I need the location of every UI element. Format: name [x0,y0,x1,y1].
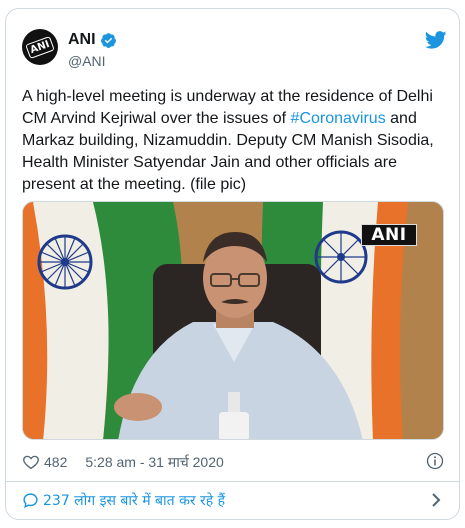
hashtag-link[interactable]: #Coronavirus [291,110,386,127]
tweet-photo[interactable]: ANI [22,201,444,440]
avatar-logo-text: ANI [25,35,55,59]
heart-icon[interactable] [22,453,40,471]
author-name-row[interactable]: ANI [68,31,117,49]
tweet-card[interactable]: ANI ANI @ANI A high-level meeting is und… [5,8,460,520]
tweet-meta: 482 5:28 am - 31 मार्च 2020 [22,450,444,474]
speech-bubble-icon [23,492,38,508]
tweet-timestamp[interactable]: 5:28 am - 31 मार्च 2020 [85,453,223,472]
twitter-bird-icon[interactable] [425,31,447,49]
like-count[interactable]: 482 [44,454,67,470]
tweet-text: A high-level meeting is underway at the … [22,86,444,196]
ani-watermark: ANI [361,224,417,246]
replies-text[interactable]: 237 लोग इस बारे में बात कर रहे हैं [43,491,225,510]
verified-badge-icon [100,32,116,48]
avatar[interactable]: ANI [22,29,58,65]
author-display-name[interactable]: ANI [68,31,96,49]
divider [6,481,459,482]
author-handle[interactable]: @ANI [68,53,106,69]
replies-link[interactable]: 237 लोग इस बारे में बात कर रहे हैं [22,486,444,514]
tweet-header: ANI ANI @ANI [22,25,442,77]
info-icon[interactable] [426,452,444,470]
chevron-right-icon[interactable] [430,492,442,508]
